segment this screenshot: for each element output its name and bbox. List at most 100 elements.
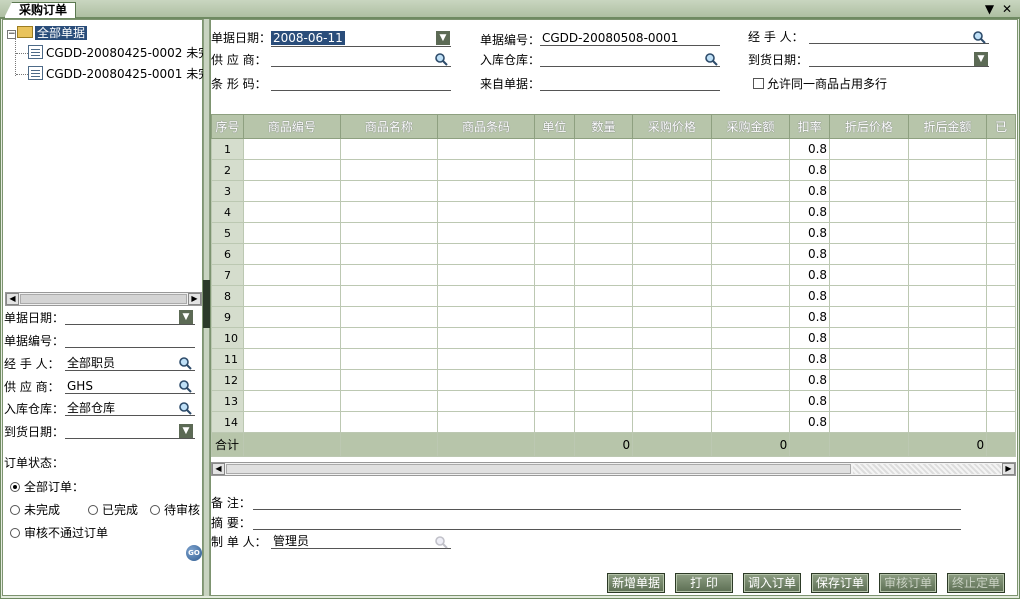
discount-rate-cell[interactable]: 0.8	[789, 390, 831, 412]
table-cell[interactable]	[573, 348, 634, 370]
table-cell[interactable]	[573, 222, 634, 244]
table-cell[interactable]	[339, 369, 438, 391]
search-icon[interactable]	[178, 401, 192, 415]
search-icon[interactable]	[434, 52, 448, 66]
table-cell[interactable]	[907, 264, 988, 286]
table-cell[interactable]	[242, 348, 341, 370]
tree-item[interactable]: CGDD-20080425-0002 未完成	[16, 44, 204, 62]
table-cell[interactable]	[573, 138, 634, 160]
table-cell[interactable]	[710, 306, 791, 328]
column-header[interactable]: 采购价格	[632, 114, 712, 139]
table-cell[interactable]	[573, 306, 634, 328]
table-cell[interactable]	[573, 159, 634, 181]
table-cell[interactable]	[829, 306, 909, 328]
tree-horizontal-scrollbar[interactable]: ◀ ▶	[5, 292, 202, 306]
table-cell[interactable]	[339, 285, 438, 307]
status-rejected-radio[interactable]: 审核不通过订单	[10, 526, 108, 540]
table-cell[interactable]	[907, 159, 988, 181]
table-cell[interactable]	[436, 348, 536, 370]
filter-warehouse-input[interactable]: 全部仓库	[65, 400, 195, 416]
table-cell[interactable]	[534, 348, 575, 370]
table-cell[interactable]	[829, 411, 909, 433]
table-cell[interactable]	[436, 327, 536, 349]
table-cell[interactable]	[907, 390, 988, 412]
handler-input[interactable]	[809, 28, 989, 44]
table-cell[interactable]	[339, 180, 438, 202]
discount-rate-cell[interactable]: 0.8	[789, 348, 831, 370]
table-cell[interactable]	[534, 390, 575, 412]
table-cell[interactable]	[986, 159, 1016, 181]
table-cell[interactable]	[829, 327, 909, 349]
filter-number-input[interactable]	[65, 332, 195, 348]
table-cell[interactable]	[436, 369, 536, 391]
discount-rate-cell[interactable]: 0.8	[789, 138, 831, 160]
scrollbar-thumb[interactable]	[226, 464, 851, 474]
table-cell[interactable]	[907, 306, 988, 328]
table-cell[interactable]	[907, 243, 988, 265]
table-cell[interactable]	[573, 390, 634, 412]
table-cell[interactable]	[907, 369, 988, 391]
table-cell[interactable]	[632, 264, 712, 286]
table-cell[interactable]	[986, 138, 1016, 160]
table-cell[interactable]	[436, 306, 536, 328]
table-cell[interactable]	[339, 411, 438, 433]
discount-rate-cell[interactable]: 0.8	[789, 180, 831, 202]
discount-rate-cell[interactable]: 0.8	[789, 327, 831, 349]
scroll-left-icon[interactable]: ◀	[212, 463, 225, 475]
table-cell[interactable]	[534, 138, 575, 160]
status-incomplete-radio[interactable]: 未完成	[10, 503, 60, 517]
print-button[interactable]: 打 印	[675, 573, 733, 593]
scrollbar-track[interactable]	[853, 464, 1001, 474]
table-cell[interactable]	[907, 411, 988, 433]
table-cell[interactable]	[242, 390, 341, 412]
table-cell[interactable]	[907, 348, 988, 370]
table-cell[interactable]	[242, 306, 341, 328]
table-cell[interactable]	[436, 138, 536, 160]
tree-root[interactable]: − 全部单据	[7, 24, 88, 42]
table-cell[interactable]	[829, 348, 909, 370]
table-cell[interactable]	[242, 180, 341, 202]
table-cell[interactable]	[436, 264, 536, 286]
table-cell[interactable]	[829, 159, 909, 181]
table-cell[interactable]	[436, 180, 536, 202]
table-cell[interactable]	[986, 306, 1016, 328]
table-cell[interactable]	[436, 390, 536, 412]
table-cell[interactable]	[710, 159, 791, 181]
filter-handler-input[interactable]: 全部职员	[65, 355, 195, 371]
table-cell[interactable]	[573, 201, 634, 223]
doc-number-input[interactable]: CGDD-20080508-0001	[540, 30, 720, 46]
table-cell[interactable]	[573, 411, 634, 433]
table-cell[interactable]	[242, 222, 341, 244]
table-cell[interactable]	[986, 180, 1016, 202]
filter-date-input[interactable]	[65, 309, 195, 325]
close-icon[interactable]: ✕	[1002, 2, 1012, 16]
minimize-icon[interactable]: ▼	[985, 2, 994, 16]
table-row[interactable]: 3 0.8	[211, 180, 1016, 202]
table-cell[interactable]	[436, 222, 536, 244]
table-cell[interactable]	[339, 348, 438, 370]
table-cell[interactable]	[339, 306, 438, 328]
table-cell[interactable]	[710, 327, 791, 349]
table-cell[interactable]	[632, 327, 712, 349]
table-cell[interactable]	[242, 243, 341, 265]
table-cell[interactable]	[632, 138, 712, 160]
window-title-tab[interactable]: 采购订单	[4, 2, 77, 18]
table-cell[interactable]	[242, 327, 341, 349]
search-icon[interactable]	[178, 379, 192, 393]
table-cell[interactable]	[710, 222, 791, 244]
column-header[interactable]: 单位	[534, 114, 575, 139]
table-cell[interactable]	[829, 138, 909, 160]
discount-rate-cell[interactable]: 0.8	[789, 201, 831, 223]
discount-rate-cell[interactable]: 0.8	[789, 285, 831, 307]
table-cell[interactable]	[534, 369, 575, 391]
table-cell[interactable]	[829, 180, 909, 202]
discount-rate-cell[interactable]: 0.8	[789, 159, 831, 181]
new-document-button[interactable]: 新增单据	[607, 573, 665, 593]
table-cell[interactable]	[242, 264, 341, 286]
search-icon[interactable]	[704, 52, 718, 66]
table-cell[interactable]	[710, 138, 791, 160]
save-order-button[interactable]: 保存订单	[811, 573, 869, 593]
table-row[interactable]: 9 0.8	[211, 306, 1016, 328]
column-header[interactable]: 已	[986, 114, 1016, 139]
table-cell[interactable]	[534, 327, 575, 349]
